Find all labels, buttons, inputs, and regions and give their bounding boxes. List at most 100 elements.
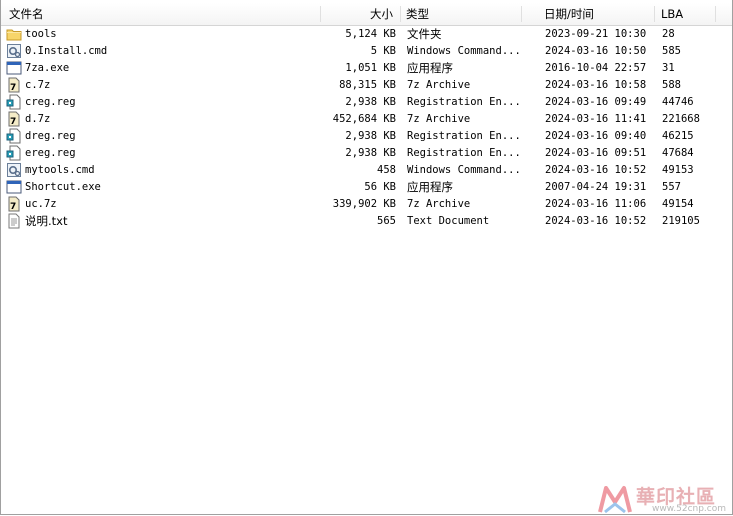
column-header-name-label: 文件名 [9, 7, 44, 21]
file-size: 565 [377, 215, 396, 227]
svg-text:7: 7 [10, 117, 16, 127]
file-name: creg.reg [25, 96, 76, 108]
file-size: 339,902 KB [332, 198, 396, 210]
file-size: 452,684 KB [332, 113, 396, 125]
svg-text:7: 7 [10, 83, 16, 93]
watermark-logo: 華印社區 www.52cnp.com [596, 480, 731, 516]
file-type: Registration En... [407, 147, 521, 159]
file-name-cell: 7 d.7z [6, 111, 201, 128]
file-lba: 588 [662, 79, 681, 91]
file-lba: 49154 [662, 198, 694, 210]
file-lba: 31 [662, 62, 675, 74]
column-divider[interactable] [715, 6, 716, 22]
file-size: 56 KB [364, 181, 396, 193]
file-size: 1,051 KB [345, 62, 396, 74]
file-row[interactable]: tools 5,124 KB 文件夹 2023-09-21 10:30 28 [1, 26, 732, 43]
column-header-size-label: 大小 [370, 7, 393, 21]
exe-icon [6, 60, 22, 76]
file-name-cell: 0.Install.cmd [6, 43, 201, 60]
file-name: tools [25, 28, 57, 40]
file-name: Shortcut.exe [25, 181, 101, 193]
reg-file-icon [6, 94, 22, 110]
file-size: 5 KB [370, 45, 396, 57]
file-date: 2024-03-16 09:40 [545, 130, 647, 142]
file-name-cell: dreg.reg [6, 128, 201, 145]
file-name: d.7z [25, 113, 51, 125]
file-name: 0.Install.cmd [25, 45, 108, 57]
file-row[interactable]: 7za.exe 1,051 KB 应用程序 2016-10-04 22:57 31 [1, 60, 732, 77]
svg-text:7: 7 [10, 202, 16, 212]
file-row[interactable]: 7 c.7z 88,315 KB 7z Archive 2024-03-16 10:58… [1, 77, 732, 94]
file-type: 7z Archive [407, 113, 471, 125]
text-file-icon [6, 213, 22, 229]
file-lba: 585 [662, 45, 681, 57]
file-list: tools 5,124 KB 文件夹 2023-09-21 10:30 28 0.Inst… [1, 26, 732, 230]
file-type: 应用程序 [407, 61, 453, 75]
7z-archive-icon: 7 [6, 196, 22, 212]
watermark-emblem-icon [598, 486, 632, 514]
file-row[interactable]: Shortcut.exe 56 KB 应用程序 2007-04-24 19:31 557 [1, 179, 732, 196]
file-type: Windows Command... [407, 164, 521, 176]
exe-icon [6, 179, 22, 195]
column-header-date[interactable]: 日期/时间 [538, 3, 648, 25]
file-name: uc.7z [25, 198, 57, 210]
file-type: 7z Archive [407, 198, 471, 210]
file-type: Registration En... [407, 96, 521, 108]
folder-icon [6, 26, 22, 42]
file-size: 2,938 KB [345, 147, 396, 159]
file-row[interactable]: mytools.cmd 458 Windows Command... 2024-03-… [1, 162, 732, 179]
file-date: 2007-04-24 19:31 [545, 181, 647, 193]
column-divider[interactable] [521, 6, 522, 22]
column-header-lba[interactable]: LBA [655, 3, 715, 25]
column-header-type[interactable]: 类型 [400, 3, 520, 25]
file-size: 458 [377, 164, 396, 176]
watermark-url: www.52cnp.com [652, 504, 727, 514]
file-lba: 219105 [662, 215, 700, 227]
file-name-cell: creg.reg [6, 94, 201, 111]
file-type: 应用程序 [407, 180, 453, 194]
file-name-cell: 说明.txt [6, 213, 201, 230]
file-name-cell: 7 c.7z [6, 77, 201, 94]
file-row[interactable]: ereg.reg 2,938 KB Registration En... 2024-0… [1, 145, 732, 162]
file-lba: 221668 [662, 113, 700, 125]
cmd-script-icon [6, 43, 22, 59]
file-name: mytools.cmd [25, 164, 95, 176]
file-date: 2024-03-16 10:52 [545, 164, 647, 176]
file-row[interactable]: 7 uc.7z 339,902 KB 7z Archive 2024-03-16 11:… [1, 196, 732, 213]
file-lba: 49153 [662, 164, 694, 176]
reg-file-icon [6, 145, 22, 161]
file-lba: 44746 [662, 96, 694, 108]
file-row[interactable]: 7 d.7z 452,684 KB 7z Archive 2024-03-16 11:4… [1, 111, 732, 128]
reg-file-icon [6, 128, 22, 144]
file-size: 2,938 KB [345, 130, 396, 142]
column-header-date-label: 日期/时间 [544, 7, 594, 21]
file-date: 2024-03-16 09:49 [545, 96, 647, 108]
file-name-cell: 7 uc.7z [6, 196, 201, 213]
file-row[interactable]: creg.reg 2,938 KB Registration En... 2024-0… [1, 94, 732, 111]
7z-archive-icon: 7 [6, 111, 22, 127]
file-name-cell: Shortcut.exe [6, 179, 201, 196]
file-lba: 28 [662, 28, 675, 40]
file-type: Registration En... [407, 130, 521, 142]
file-name: 7za.exe [25, 62, 70, 74]
file-date: 2023-09-21 10:30 [545, 28, 647, 40]
file-type: Windows Command... [407, 45, 521, 57]
column-header-size[interactable]: 大小 [321, 3, 399, 25]
column-header-name[interactable]: 文件名 [3, 3, 303, 25]
file-size: 88,315 KB [339, 79, 396, 91]
file-lba: 46215 [662, 130, 694, 142]
column-header-lba-label: LBA [661, 7, 684, 21]
column-header-bar: 文件名 大小 类型 日期/时间 LBA [1, 3, 732, 26]
file-date: 2024-03-16 09:51 [545, 147, 647, 159]
file-row[interactable]: dreg.reg 2,938 KB Registration En... 2024-0… [1, 128, 732, 145]
file-type: Text Document [407, 215, 490, 227]
file-row[interactable]: 说明.txt 565 Text Document 2024-03-16 10:52 21… [1, 213, 732, 230]
file-lba: 47684 [662, 147, 694, 159]
column-header-type-label: 类型 [406, 7, 429, 21]
file-name: 说明.txt [25, 214, 68, 228]
file-name-cell: ereg.reg [6, 145, 201, 162]
file-name: c.7z [25, 79, 51, 91]
file-row[interactable]: 0.Install.cmd 5 KB Windows Command... 2024-… [1, 43, 732, 60]
file-date: 2024-03-16 11:41 [545, 113, 647, 125]
file-type: 文件夹 [407, 27, 442, 41]
